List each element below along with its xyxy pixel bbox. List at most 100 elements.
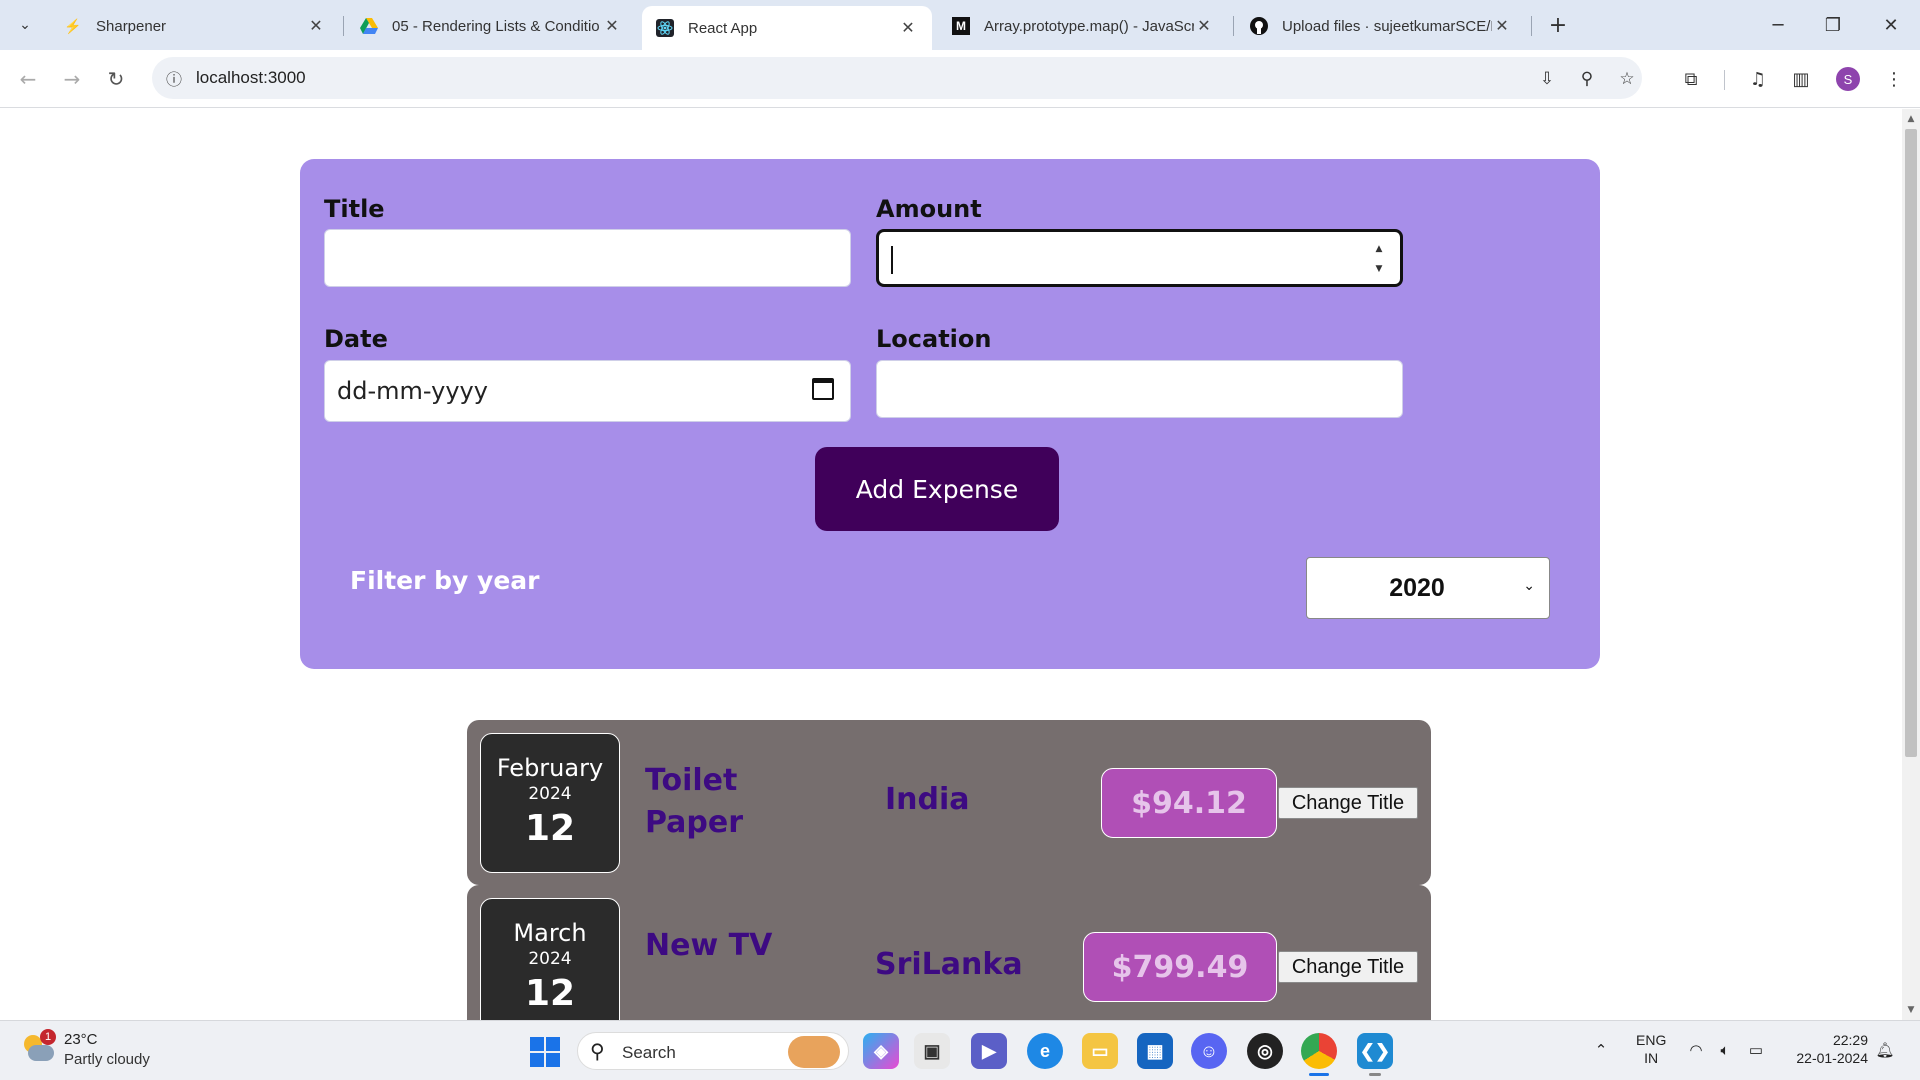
site-info-icon[interactable]: ⓘ bbox=[162, 66, 186, 90]
microsoft-store-icon[interactable]: ▦ bbox=[1137, 1033, 1173, 1069]
taskbar-search[interactable]: ⚲ Search bbox=[577, 1032, 849, 1070]
page-viewport: Title Amount ▲ ▼ Date dd-mm-yyyy Location… bbox=[0, 109, 1902, 1020]
google-drive-icon bbox=[360, 17, 378, 35]
copilot-icon[interactable]: ◈ bbox=[863, 1033, 899, 1069]
address-bar[interactable]: ⓘ localhost:3000 ⇩ ⚲ ☆ bbox=[152, 57, 1642, 99]
tab-google-drive[interactable]: 05 - Rendering Lists & Conditio ✕ bbox=[346, 6, 636, 46]
weather-temperature[interactable]: 23°C bbox=[64, 1031, 98, 1048]
show-hidden-icons-chevron-icon[interactable]: ⌃ bbox=[1590, 1039, 1612, 1061]
number-spinner-icon[interactable]: ▲ ▼ bbox=[1372, 244, 1386, 274]
weather-description[interactable]: Partly cloudy bbox=[64, 1051, 150, 1068]
expense-date: March 2024 12 bbox=[480, 898, 620, 1020]
tab-title: 05 - Rendering Lists & Conditio bbox=[392, 17, 600, 35]
url-text: localhost:3000 bbox=[196, 68, 306, 87]
tab-separator bbox=[343, 16, 344, 36]
clock-date: 22-01-2024 bbox=[1796, 1050, 1868, 1066]
mdn-icon: M bbox=[952, 17, 970, 35]
volume-icon[interactable]: 🔈︎ bbox=[1714, 1039, 1736, 1061]
battery-icon[interactable]: ▭ bbox=[1745, 1039, 1767, 1061]
date-placeholder: dd-mm-yyyy bbox=[337, 377, 488, 405]
expense-month: March bbox=[513, 919, 587, 947]
weather-badge: 1 bbox=[40, 1029, 56, 1045]
calendar-icon[interactable] bbox=[812, 378, 834, 400]
bookmark-star-icon[interactable]: ☆ bbox=[1614, 66, 1640, 92]
expense-item: February 2024 12 Toilet Paper India $94.… bbox=[467, 720, 1431, 885]
new-tab-button[interactable]: + bbox=[1543, 10, 1573, 40]
file-explorer-icon[interactable]: ▭ bbox=[1082, 1033, 1118, 1069]
clock-time: 22:29 bbox=[1832, 1032, 1868, 1048]
chevron-down-icon: ⌄ bbox=[1523, 578, 1535, 594]
chrome-icon[interactable] bbox=[1301, 1033, 1337, 1076]
expense-day: 12 bbox=[524, 808, 576, 849]
zoom-icon[interactable]: ⚲ bbox=[1574, 66, 1600, 92]
install-app-icon[interactable]: ⇩ bbox=[1534, 66, 1560, 92]
profile-avatar[interactable]: S bbox=[1836, 67, 1860, 91]
year-filter-select[interactable]: 2020 ⌄ bbox=[1306, 557, 1550, 619]
browser-toolbar: ← → ↻ ⓘ localhost:3000 ⇩ ⚲ ☆ ⧉ ♫ ▥ S ⋮ bbox=[0, 50, 1920, 108]
expense-month: February bbox=[496, 754, 604, 782]
amount-label: Amount bbox=[876, 195, 982, 223]
scrollbar-thumb[interactable] bbox=[1905, 129, 1917, 757]
more-menu-icon[interactable]: ⋮ bbox=[1878, 63, 1910, 95]
close-icon[interactable]: ✕ bbox=[1492, 16, 1512, 36]
expense-title: Toilet Paper bbox=[645, 760, 743, 844]
tab-search-chevron-icon[interactable]: ⌄ bbox=[10, 10, 40, 40]
expense-location: India bbox=[885, 782, 970, 817]
filter-by-year-label: Filter by year bbox=[350, 566, 540, 595]
close-icon[interactable]: ✕ bbox=[602, 16, 622, 36]
expense-amount: $799.49 bbox=[1083, 932, 1277, 1002]
teams-icon[interactable]: ▶ bbox=[971, 1033, 1007, 1069]
minimize-icon[interactable]: ─ bbox=[1758, 8, 1798, 42]
input-language[interactable]: ENG IN bbox=[1636, 1031, 1666, 1067]
extensions-icon[interactable]: ⧉ bbox=[1675, 63, 1707, 95]
browser-tab-bar: ⌄ ⚡ Sharpener ✕ 05 - Rendering Lists & C… bbox=[0, 0, 1920, 50]
text-caret bbox=[891, 246, 893, 274]
date-input[interactable]: dd-mm-yyyy bbox=[324, 360, 851, 422]
restore-icon[interactable]: ❐ bbox=[1813, 8, 1853, 42]
expense-day: 12 bbox=[524, 973, 576, 1014]
notification-bell-icon[interactable]: 🔔︎ bbox=[1874, 1039, 1896, 1061]
scroll-down-icon[interactable]: ▼ bbox=[1902, 1002, 1920, 1018]
tab-title: React App bbox=[688, 19, 758, 37]
react-icon bbox=[656, 19, 674, 37]
task-view-icon[interactable]: ▣ bbox=[914, 1033, 950, 1069]
change-title-button[interactable]: Change Title bbox=[1278, 951, 1418, 983]
close-window-icon[interactable]: ✕ bbox=[1871, 8, 1911, 42]
side-panel-icon[interactable]: ▥ bbox=[1785, 63, 1817, 95]
back-icon[interactable]: ← bbox=[12, 63, 44, 95]
page-scrollbar[interactable]: ▲ ▼ bbox=[1902, 109, 1920, 1020]
forward-icon[interactable]: → bbox=[56, 63, 88, 95]
location-input[interactable] bbox=[876, 360, 1403, 418]
tab-sharpener[interactable]: ⚡ Sharpener ✕ bbox=[50, 6, 340, 46]
vscode-icon[interactable]: ❮❯ bbox=[1357, 1033, 1393, 1076]
obs-icon[interactable]: ◎ bbox=[1247, 1033, 1283, 1069]
change-title-button[interactable]: Change Title bbox=[1278, 787, 1418, 819]
tab-react-app[interactable]: React App ✕ bbox=[642, 6, 932, 50]
add-expense-button[interactable]: Add Expense bbox=[815, 447, 1059, 531]
tab-separator bbox=[1531, 16, 1532, 36]
close-icon[interactable]: ✕ bbox=[306, 16, 326, 36]
media-control-icon[interactable]: ♫ bbox=[1742, 63, 1774, 95]
expense-year: 2024 bbox=[528, 784, 572, 804]
windows-start-icon[interactable] bbox=[530, 1037, 560, 1067]
search-icon: ⚲ bbox=[590, 1041, 605, 1063]
wifi-icon[interactable]: ◠ bbox=[1685, 1039, 1707, 1061]
close-icon[interactable]: ✕ bbox=[1194, 16, 1214, 36]
title-input[interactable] bbox=[324, 229, 851, 287]
expense-location: SriLanka bbox=[875, 947, 1023, 982]
reload-icon[interactable]: ↻ bbox=[100, 63, 132, 95]
system-clock[interactable]: 22:29 22-01-2024 bbox=[1786, 1031, 1868, 1067]
scroll-up-icon[interactable]: ▲ bbox=[1902, 111, 1920, 127]
tab-title: Upload files · sujeetkumarSCE/F bbox=[1282, 17, 1492, 35]
expense-item: March 2024 12 New TV SriLanka $799.49 Ch… bbox=[467, 885, 1431, 1020]
discord-icon[interactable]: ☺ bbox=[1191, 1033, 1227, 1069]
date-label: Date bbox=[324, 325, 388, 353]
expense-title: New TV bbox=[645, 925, 772, 967]
amount-input[interactable]: ▲ ▼ bbox=[876, 229, 1403, 287]
expense-date: February 2024 12 bbox=[480, 733, 620, 873]
tab-mdn[interactable]: M Array.prototype.map() - JavaScr ✕ bbox=[938, 6, 1228, 46]
tab-github[interactable]: Upload files · sujeetkumarSCE/F ✕ bbox=[1236, 6, 1526, 46]
close-icon[interactable]: ✕ bbox=[898, 18, 918, 38]
title-label: Title bbox=[324, 195, 385, 223]
edge-icon[interactable]: e bbox=[1027, 1033, 1063, 1069]
